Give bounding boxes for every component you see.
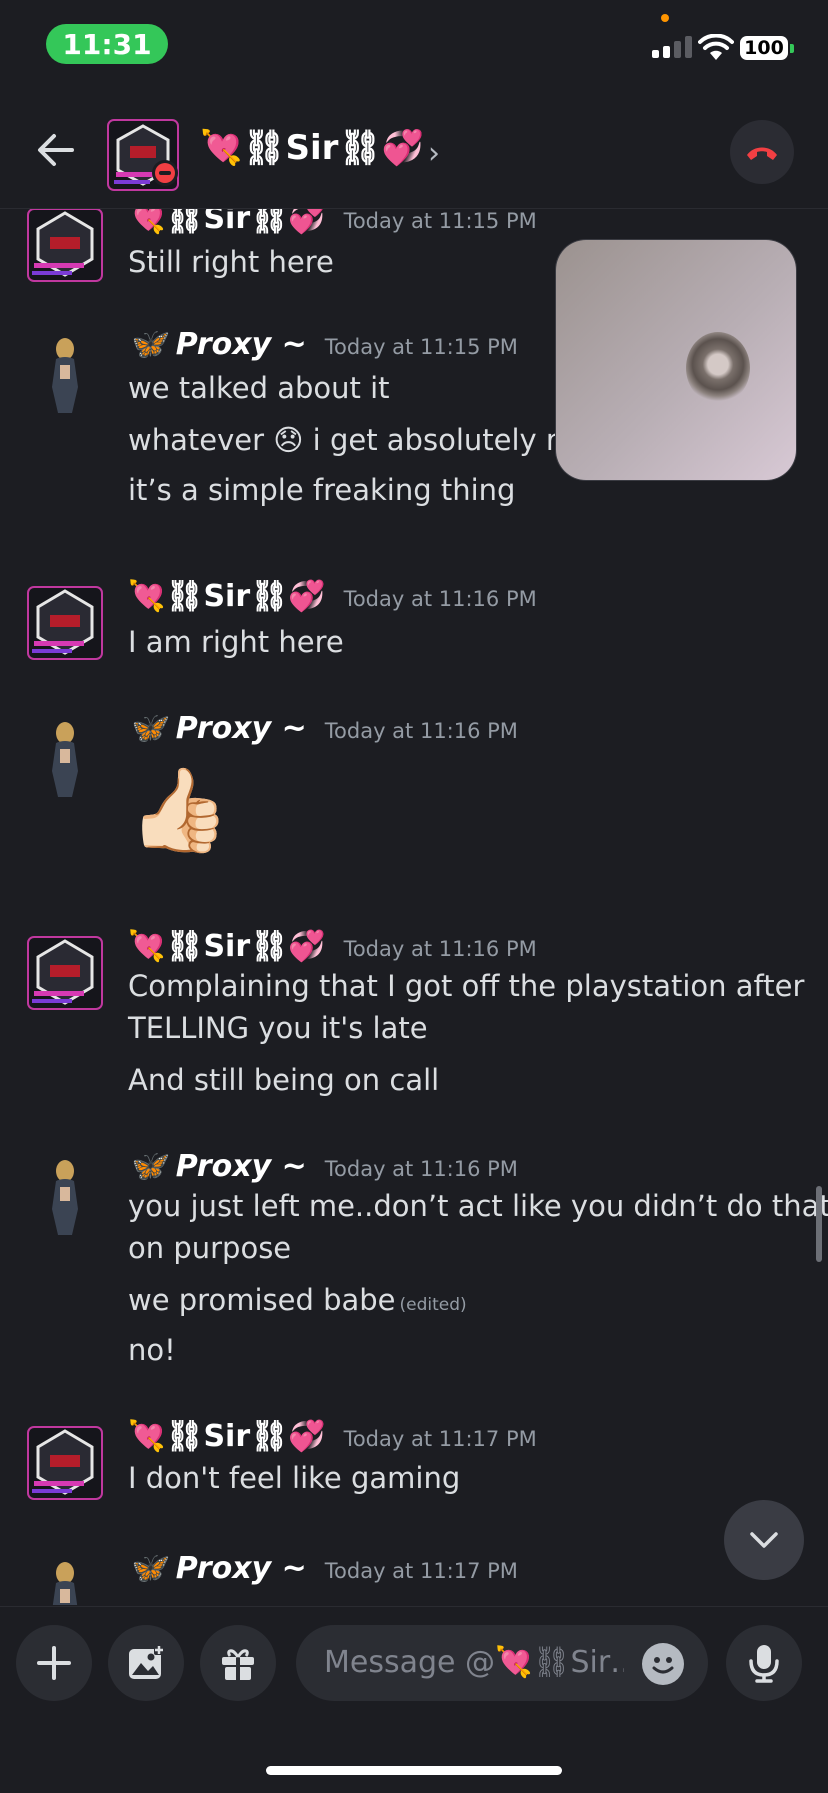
avatar-proxy[interactable] (20, 1559, 110, 1605)
header-chevron-icon[interactable]: › (428, 136, 440, 171)
timestamp: Today at 11:15 PM (324, 335, 518, 359)
avatar-sir[interactable] (20, 209, 110, 285)
voice-message-button[interactable] (726, 1625, 802, 1701)
timestamp: Today at 11:16 PM (324, 1157, 518, 1181)
avatar-sir[interactable] (20, 583, 110, 663)
message-header: 🦋 Proxy ~ Today at 11:16 PM (128, 1149, 518, 1184)
message-text[interactable]: it’s a simple freaking thing (128, 473, 515, 507)
timestamp: Today at 11:16 PM (324, 719, 518, 743)
hangup-phone-icon (747, 147, 777, 160)
message-text[interactable]: no! (128, 1333, 176, 1367)
timestamp: Today at 11:16 PM (343, 937, 537, 961)
message-input[interactable]: Message @💘⛓Sir… (296, 1625, 708, 1701)
message-text[interactable]: you just left me..don’t act like you did… (128, 1189, 828, 1223)
message-text[interactable]: on purpose (128, 1231, 291, 1265)
message-header: 💘⛓Sir⛓💞 Today at 11:16 PM (128, 929, 537, 964)
microphone-icon (749, 1645, 779, 1683)
author-name[interactable]: 🦋 Proxy ~ (128, 1149, 307, 1184)
thumbs-up-emoji[interactable]: 👍🏻 (128, 763, 230, 859)
composer-bar: Message @💘⛓Sir… (0, 1606, 828, 1793)
message-text[interactable]: And still being on call (128, 1063, 439, 1097)
message-text[interactable]: TELLING you it's late (128, 1011, 428, 1045)
battery-charging-tip (790, 44, 794, 53)
image-icon (129, 1645, 164, 1679)
author-name[interactable]: 💘⛓Sir⛓💞 (128, 1419, 326, 1454)
avatar-proxy[interactable] (20, 1157, 110, 1237)
author-name[interactable]: 🦋 Proxy ~ (128, 711, 307, 746)
author-name[interactable]: 🦋 Proxy ~ (128, 327, 307, 362)
back-arrow-icon[interactable] (36, 130, 76, 170)
message-header: 💘⛓Sir⛓💞 Today at 11:16 PM (128, 579, 537, 614)
end-call-button[interactable] (730, 120, 794, 184)
timestamp: Today at 11:16 PM (343, 587, 537, 611)
edited-label: (edited) (399, 1295, 467, 1315)
avatar-proxy[interactable] (20, 719, 110, 799)
status-time: 11:31 (46, 24, 168, 64)
emoji-icon[interactable] (642, 1643, 684, 1685)
author-name[interactable]: 💘⛓Sir⛓💞 (128, 579, 326, 614)
message-header: 💘⛓Sir⛓💞 Today at 11:17 PM (128, 1419, 537, 1454)
avatar-sir[interactable] (20, 933, 110, 1013)
timestamp: Today at 11:17 PM (343, 1427, 537, 1451)
message-text[interactable]: I am right here (128, 625, 344, 659)
image-upload-button[interactable] (108, 1625, 184, 1701)
message-text: we promised babe (128, 1283, 396, 1317)
chevron-down-icon (750, 1532, 778, 1548)
chat-header: 💘⛓Sir⛓💞 › (0, 100, 828, 209)
timestamp: Today at 11:15 PM (343, 209, 537, 233)
message-text-edited[interactable]: we promised babe (edited) (128, 1283, 467, 1317)
message-header: 🦋 Proxy ~ Today at 11:15 PM (128, 327, 518, 362)
gift-button[interactable] (200, 1625, 276, 1701)
message-text[interactable]: Still right here (128, 245, 334, 279)
dnd-status-icon (152, 160, 178, 186)
plus-icon (37, 1646, 71, 1680)
add-attachment-button[interactable] (16, 1625, 92, 1701)
message-text[interactable]: Complaining that I got off the playstati… (128, 969, 804, 1003)
jump-to-bottom-button[interactable] (724, 1500, 804, 1580)
home-indicator[interactable] (266, 1766, 562, 1775)
wifi-icon (698, 34, 734, 60)
video-preview[interactable] (556, 240, 796, 480)
video-content (686, 332, 750, 404)
scrollbar-thumb[interactable] (816, 1186, 822, 1262)
message-header: 🦋 Proxy ~ Today at 11:17 PM (128, 1551, 518, 1586)
author-name[interactable]: 💘⛓Sir⛓💞 (128, 209, 326, 236)
avatar-sir[interactable] (20, 1423, 110, 1503)
timestamp: Today at 11:17 PM (324, 1559, 518, 1583)
message-text[interactable]: we talked about it (128, 371, 390, 405)
message-placeholder: Message @💘⛓Sir… (324, 1645, 624, 1680)
author-name[interactable]: 🦋 Proxy ~ (128, 1551, 307, 1586)
header-username[interactable]: 💘⛓Sir⛓💞 (200, 128, 424, 168)
message-text[interactable]: I don't feel like gaming (128, 1461, 460, 1495)
status-bar: 11:31 100 (0, 0, 828, 90)
mic-in-use-indicator (661, 14, 669, 22)
message-text[interactable]: whatever 😞 i get absolutely no r (128, 423, 603, 457)
battery-icon: 100 (740, 36, 788, 60)
message-header: 🦋 Proxy ~ Today at 11:16 PM (128, 711, 518, 746)
gift-icon (222, 1649, 254, 1680)
author-name[interactable]: 💘⛓Sir⛓💞 (128, 929, 326, 964)
cellular-signal-icon (652, 36, 692, 58)
avatar-proxy[interactable] (20, 335, 110, 415)
message-header: 💘⛓Sir⛓💞 Today at 11:15 PM (128, 209, 537, 236)
